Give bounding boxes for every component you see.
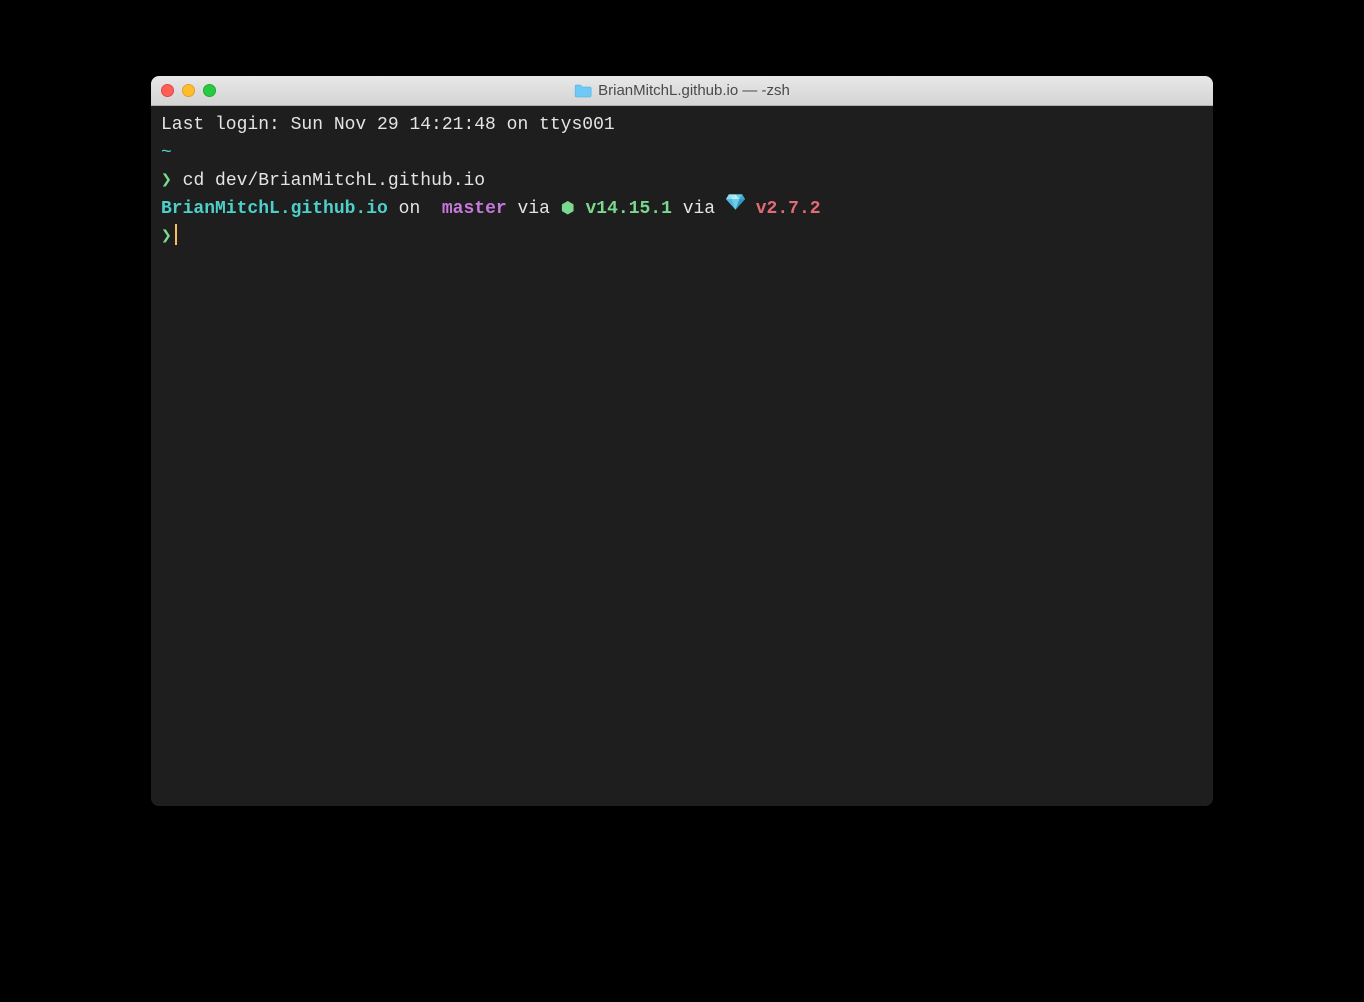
branch-name: master <box>442 199 507 219</box>
via-text-1: via <box>507 199 561 219</box>
terminal-window: BrianMitchL.github.io — -zsh Last login:… <box>151 76 1213 806</box>
home-symbol: ~ <box>161 143 172 163</box>
node-hexagon-icon: ⬢ <box>561 200 575 218</box>
on-text: on <box>388 199 431 219</box>
window-title: BrianMitchL.github.io — -zsh <box>574 82 790 99</box>
traffic-lights <box>161 84 216 97</box>
maximize-button[interactable] <box>203 84 216 97</box>
prompt-arrow-icon: ❯ <box>161 171 172 191</box>
folder-icon <box>574 84 592 98</box>
cursor <box>175 224 177 245</box>
via-text-2: via <box>672 199 726 219</box>
close-button[interactable] <box>161 84 174 97</box>
last-login-text: Last login: Sun Nov 29 14:21:48 on ttys0… <box>161 115 615 135</box>
home-line: ~ <box>161 140 1203 168</box>
window-title-text: BrianMitchL.github.io — -zsh <box>598 82 790 99</box>
node-version: v14.15.1 <box>585 199 671 219</box>
prompt-line: ❯ <box>161 224 1203 252</box>
repo-name: BrianMitchL.github.io <box>161 199 388 219</box>
title-bar[interactable]: BrianMitchL.github.io — -zsh <box>151 76 1213 106</box>
minimize-button[interactable] <box>182 84 195 97</box>
terminal-body[interactable]: Last login: Sun Nov 29 14:21:48 on ttys0… <box>151 106 1213 806</box>
ruby-version: v2.7.2 <box>756 199 821 219</box>
ruby-diamond-icon <box>726 193 745 221</box>
cd-command-text: cd dev/BrianMitchL.github.io <box>183 171 485 191</box>
command-line: ❯ cd dev/BrianMitchL.github.io <box>161 168 1203 196</box>
prompt-arrow-icon: ❯ <box>161 227 172 247</box>
last-login-line: Last login: Sun Nov 29 14:21:48 on ttys0… <box>161 112 1203 140</box>
status-line: BrianMitchL.github.io on master via ⬢ v1… <box>161 196 1203 224</box>
